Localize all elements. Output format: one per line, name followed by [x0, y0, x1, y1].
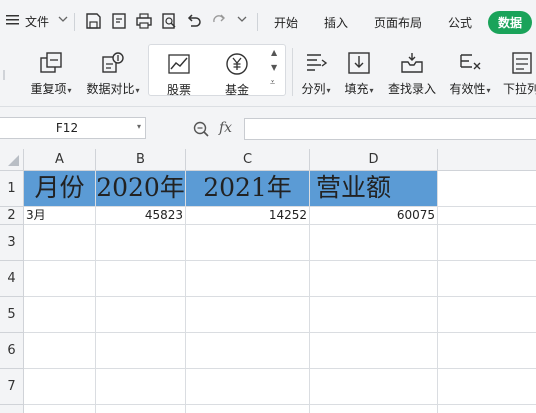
menu-bar: 文件 开始 插入 页面布局 公式 数据: [0, 0, 536, 44]
ribbon-edge: [3, 70, 5, 80]
chevron-down-icon[interactable]: [57, 12, 69, 29]
chevron-down-icon[interactable]: ▾: [137, 122, 141, 131]
save-icon[interactable]: [84, 12, 102, 33]
tab-formulas[interactable]: 公式: [448, 14, 472, 31]
ribbon: 重复项▾ 数据对比▾ 股票 基金 ▲ ▼ ⩡ 分列▾ 填充▾ 查找录入 有效性▾…: [0, 44, 536, 107]
name-box-value: F12: [55, 121, 79, 135]
chevron-down-icon: ▾: [135, 86, 140, 95]
fill-label: 填充: [344, 82, 369, 96]
yen-coin-icon: [224, 51, 250, 77]
chevron-down-icon: ▾: [67, 86, 72, 95]
fund-label: 基金: [224, 83, 249, 97]
find-entry-button[interactable]: 查找录入: [386, 44, 438, 97]
fund-button[interactable]: 基金: [213, 45, 261, 98]
dropdown-list-label: 下拉列: [503, 82, 536, 96]
tab-page-layout[interactable]: 页面布局: [374, 14, 422, 31]
fx-icon[interactable]: fx: [219, 120, 232, 136]
print-icon[interactable]: [135, 12, 153, 33]
dropdown-list-icon: [510, 50, 536, 76]
remove-duplicates-button[interactable]: 重复项▾: [26, 44, 76, 97]
formula-bar: F12 ▾ fx: [0, 115, 536, 143]
chevron-down-icon: ▾: [326, 86, 331, 95]
redo-icon[interactable]: [210, 12, 228, 33]
ribbon-divider: [292, 48, 293, 96]
formula-input[interactable]: [244, 118, 536, 140]
chevron-down-icon: ▾: [486, 86, 491, 95]
dropdown-list-button[interactable]: 下拉列: [503, 44, 536, 97]
gallery-down-icon[interactable]: ▼: [271, 63, 277, 72]
stock-label: 股票: [166, 83, 191, 97]
find-entry-label: 查找录入: [387, 82, 436, 96]
remove-duplicates-label: 重复项: [30, 82, 67, 96]
undo-icon[interactable]: [185, 12, 203, 33]
tab-insert[interactable]: 插入: [324, 14, 348, 31]
data-compare-button[interactable]: 数据对比▾: [84, 44, 142, 97]
duplicate-icon: [38, 50, 64, 76]
gallery-up-icon[interactable]: ▲: [271, 48, 277, 57]
divider: [74, 13, 75, 31]
hamburger-menu-icon[interactable]: [6, 14, 20, 29]
compare-icon: [100, 50, 126, 76]
fill-button[interactable]: 填充▾: [341, 44, 377, 97]
gallery-more-icon[interactable]: ⩡: [270, 78, 275, 88]
split-columns-label: 分列: [301, 82, 326, 96]
find-entry-icon: [399, 50, 425, 76]
stock-chart-icon: [166, 51, 192, 77]
chevron-down-icon: ▾: [369, 86, 374, 95]
zoom-search-icon[interactable]: [192, 120, 210, 141]
split-columns-icon: [303, 50, 329, 76]
tab-data[interactable]: 数据: [488, 11, 533, 34]
file-menu[interactable]: 文件: [25, 13, 49, 30]
stock-button[interactable]: 股票: [155, 45, 203, 98]
name-box[interactable]: F12 ▾: [0, 117, 146, 139]
fill-down-icon: [346, 50, 372, 76]
data-compare-label: 数据对比: [86, 82, 135, 96]
stock-fund-gallery: 股票 基金 ▲ ▼ ⩡: [148, 44, 286, 98]
split-columns-button[interactable]: 分列▾: [298, 44, 334, 97]
spreadsheet-grid: A B C D 1 2 3 4 5 6 7 月份 2020年 2021年 营业额…: [0, 149, 536, 413]
validity-label: 有效性: [449, 82, 486, 96]
tab-home[interactable]: 开始: [274, 14, 298, 31]
divider: [257, 13, 258, 31]
print-preview-icon[interactable]: [160, 12, 178, 33]
validity-button[interactable]: 有效性▾: [446, 44, 494, 97]
chevron-down-icon[interactable]: [236, 12, 248, 29]
export-pdf-icon[interactable]: [110, 12, 128, 33]
validity-icon: [457, 50, 483, 76]
gridlines: [24, 171, 536, 413]
